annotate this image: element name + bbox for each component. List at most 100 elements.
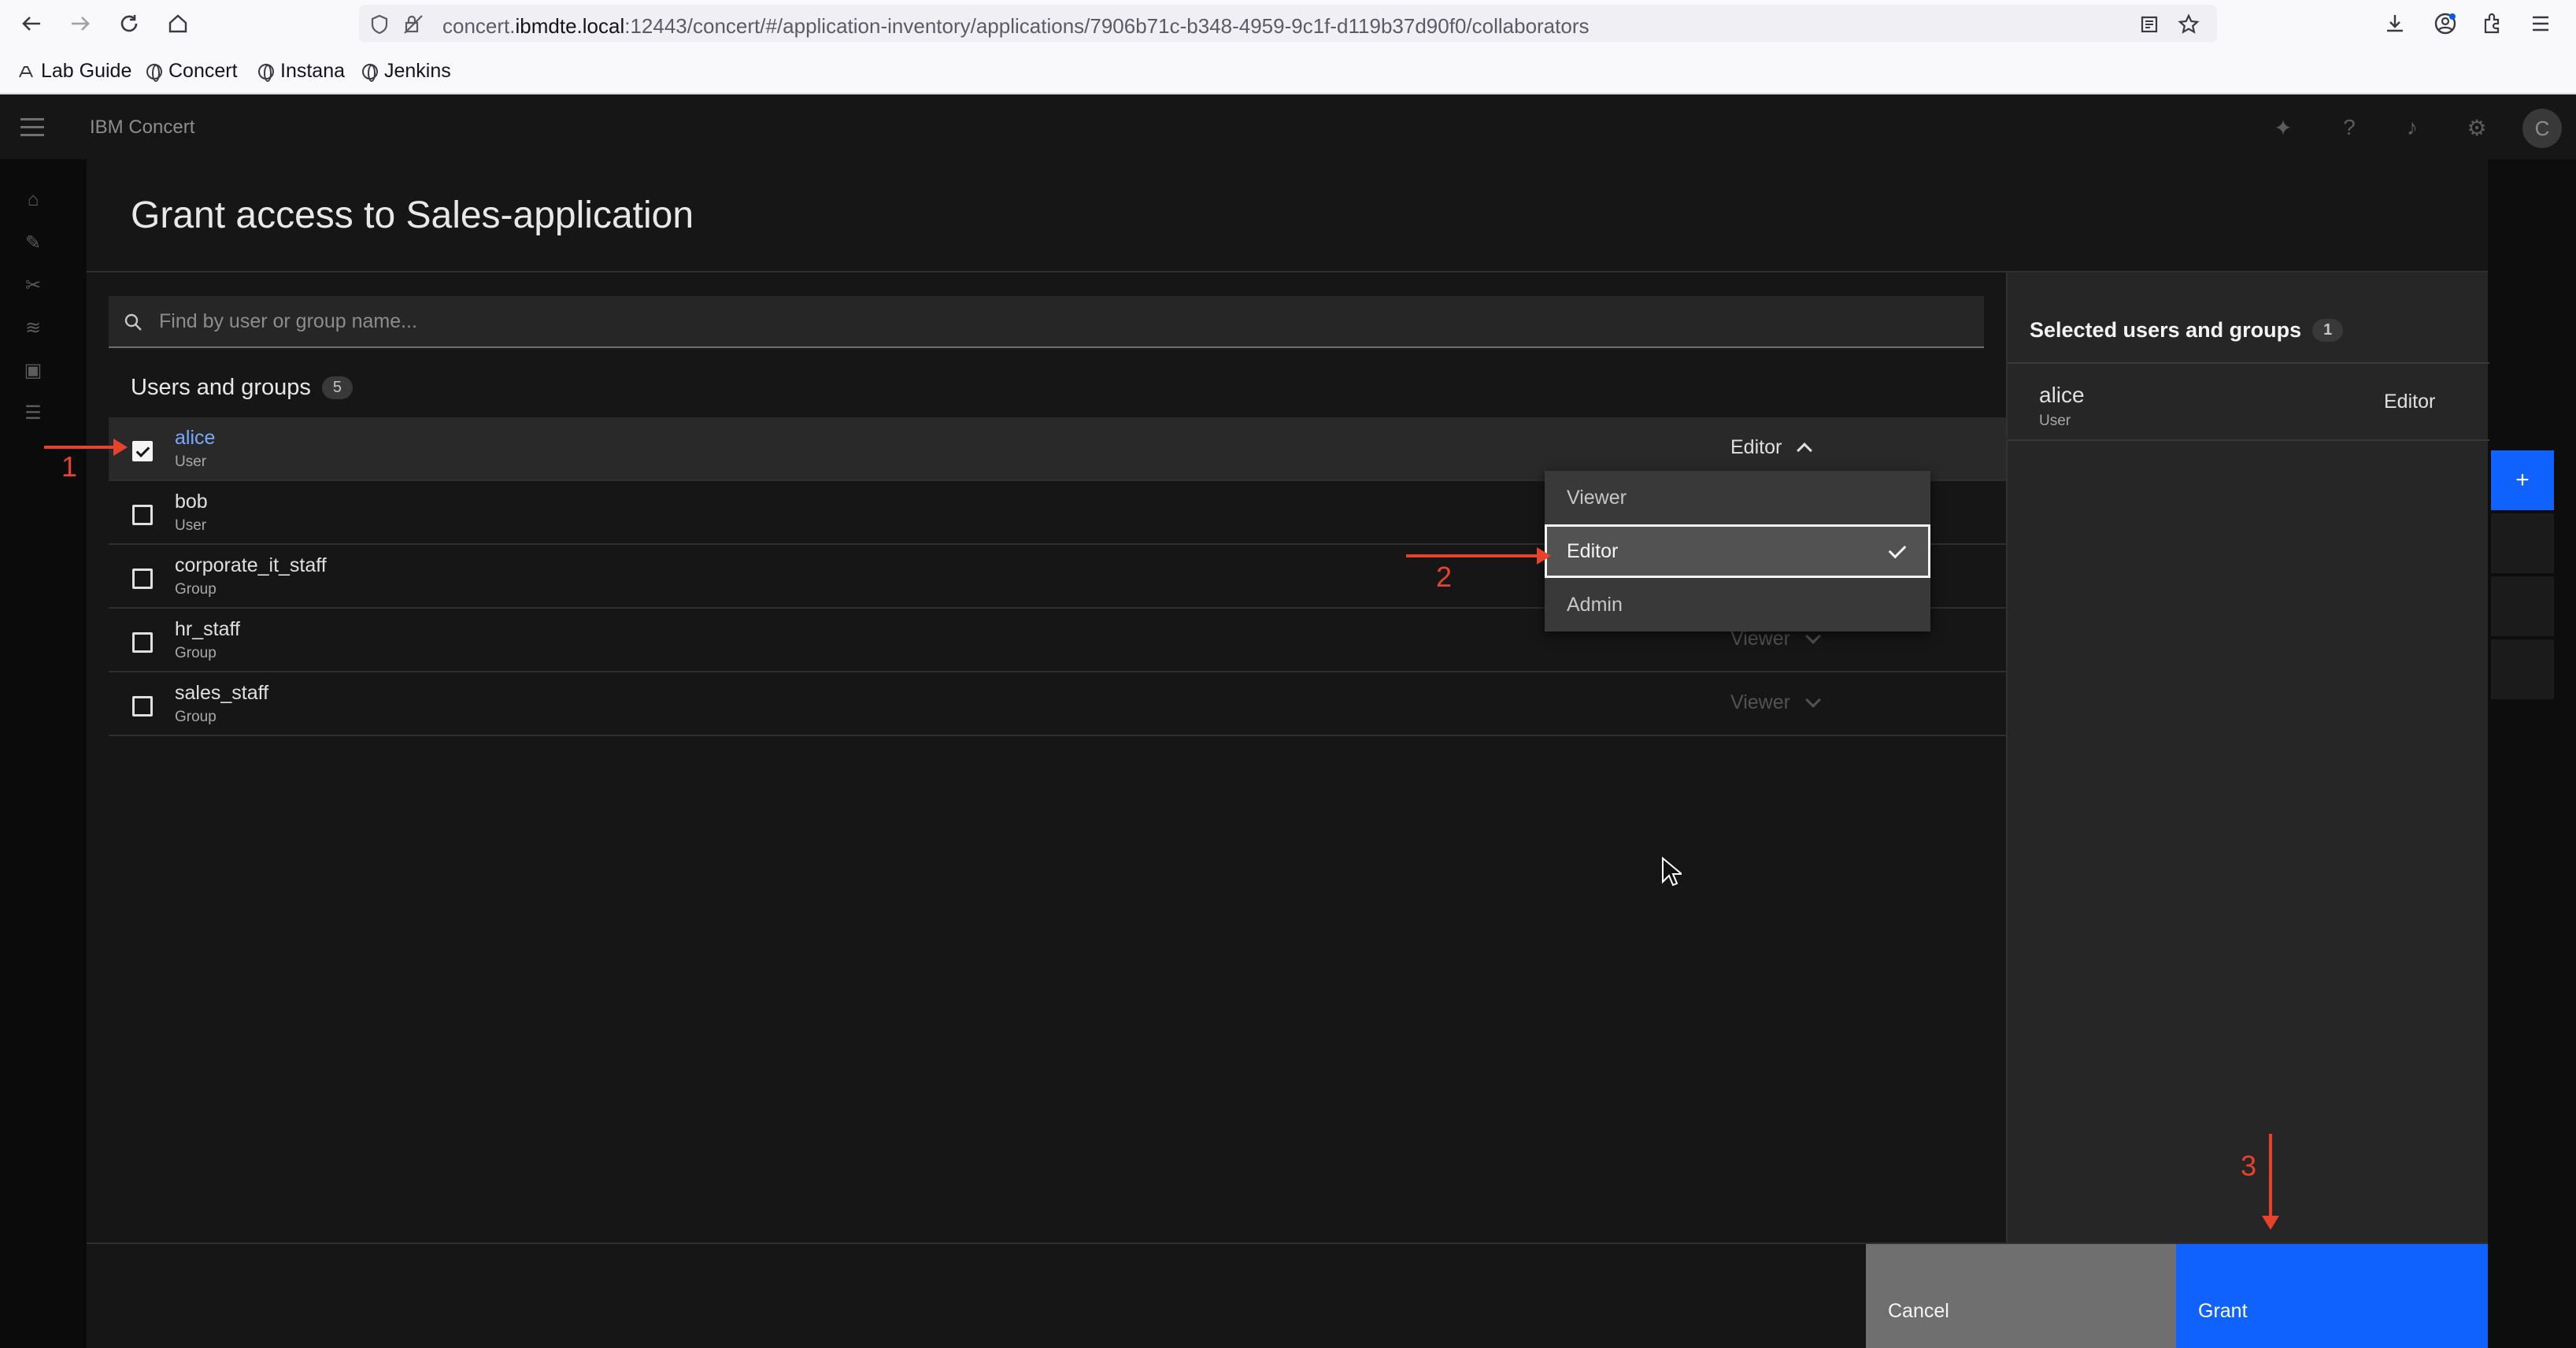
address-bar[interactable]: concert.ibmdte.local:12443/concert/#/app…	[359, 5, 2217, 43]
scissors-nav-icon[interactable]: ✂	[22, 274, 44, 296]
globe-icon	[258, 63, 274, 82]
avatar[interactable]: C	[2522, 109, 2562, 148]
modal-title: Grant access to Sales-application	[131, 194, 694, 236]
grant-access-modal: Grant access to Sales-application Users …	[87, 159, 2489, 1348]
bookmark-instana[interactable]: Instana	[258, 60, 345, 83]
selected-count-badge: 1	[2312, 319, 2344, 342]
role-dropdown-value: Editor	[1730, 436, 1782, 458]
annotation-arrow-3	[2262, 1134, 2279, 1230]
bookmarks-bar: Lab Guide Concert Instana Jenkins	[0, 47, 2576, 94]
briefcase-nav-icon[interactable]: ▣	[22, 359, 44, 381]
home-icon[interactable]	[164, 9, 192, 38]
annotation-step-1: 1	[61, 450, 78, 483]
users-section-label: Users and groups	[131, 375, 311, 400]
selected-role: Editor	[2384, 391, 2436, 413]
bookmark-label: Lab Guide	[41, 60, 132, 82]
forward-icon[interactable]	[66, 9, 94, 38]
bookmark-lab-guide[interactable]: Lab Guide	[17, 60, 131, 83]
add-icon: +	[2491, 450, 2554, 510]
users-section-header: Users and groups 5	[131, 375, 353, 401]
selected-section-header: Selected users and groups 1	[2030, 318, 2344, 343]
background-row	[2491, 513, 2554, 573]
row-checkbox[interactable]	[132, 568, 153, 589]
bookmark-label: Concert	[168, 60, 238, 82]
bookmark-concert[interactable]: Concert	[146, 60, 238, 83]
mouse-cursor-icon	[1662, 857, 1682, 887]
cancel-button[interactable]: Cancel	[1866, 1244, 2176, 1348]
background-row	[2491, 639, 2554, 699]
ai-assistant-icon[interactable]: ✦	[2269, 113, 2297, 142]
bookmark-label: Jenkins	[384, 60, 451, 82]
selected-name: alice	[2039, 383, 2085, 407]
chevron-down-icon	[1805, 691, 1821, 708]
sliders-nav-icon[interactable]: ☰	[22, 402, 44, 424]
role-dropdown: Viewer	[1730, 691, 1821, 714]
extensions-icon[interactable]	[2482, 13, 2504, 35]
lab-guide-icon	[19, 65, 33, 77]
row-type: User	[175, 517, 207, 534]
lock-insecure-icon[interactable]	[403, 14, 424, 35]
search-box	[109, 296, 1984, 348]
row-checkbox[interactable]	[132, 441, 153, 461]
notification-icon[interactable]: ♪	[2398, 113, 2426, 142]
shield-icon[interactable]	[370, 14, 389, 35]
layers-nav-icon[interactable]: ≋	[22, 317, 44, 339]
row-name: alice	[175, 427, 216, 449]
app-header: IBM Concert ✦ ? ♪ ⚙ C	[0, 96, 2576, 159]
selected-item: alice User Editor	[2008, 364, 2489, 441]
list-item[interactable]: sales_staff Group Viewer	[109, 672, 2006, 736]
row-type: Group	[175, 645, 217, 661]
chevron-up-icon	[1797, 442, 1813, 458]
annotation-step-3: 3	[2241, 1150, 2257, 1182]
reload-icon[interactable]	[115, 9, 143, 38]
search-input[interactable]	[159, 296, 1970, 346]
settings-icon[interactable]: ⚙	[2463, 113, 2491, 142]
row-name: hr_staff	[175, 618, 240, 640]
row-name: sales_staff	[175, 682, 269, 704]
left-rail: ⌂ ✎ ✂ ≋ ▣ ☰	[0, 159, 87, 1348]
bookmark-jenkins[interactable]: Jenkins	[362, 60, 451, 83]
bookmark-label: Instana	[280, 60, 346, 82]
browser-toolbar: concert.ibmdte.local:12443/concert/#/app…	[0, 0, 2576, 47]
background-row	[2491, 576, 2554, 636]
annotation-arrow-2	[1406, 547, 1551, 565]
menu-icon[interactable]	[2530, 14, 2551, 33]
selected-section-label: Selected users and groups	[2030, 318, 2302, 342]
role-dropdown-value: Viewer	[1730, 691, 1790, 713]
globe-icon	[362, 63, 378, 82]
search-icon	[124, 313, 142, 331]
help-icon[interactable]: ?	[2335, 113, 2363, 142]
hamburger-menu-icon[interactable]	[20, 118, 44, 137]
url-text[interactable]: concert.ibmdte.local:12443/concert/#/app…	[442, 14, 1589, 39]
app-title: IBM Concert	[90, 117, 195, 138]
role-option-viewer[interactable]: Viewer	[1545, 471, 1930, 524]
selected-panel: Selected users and groups 1 alice User E…	[2006, 272, 2489, 1242]
globe-icon	[146, 63, 162, 82]
account-icon[interactable]	[2433, 11, 2458, 36]
role-option-admin[interactable]: Admin	[1545, 578, 1930, 631]
back-icon[interactable]	[17, 9, 46, 38]
grant-button[interactable]: Grant	[2176, 1244, 2488, 1348]
modal-footer: Cancel Grant	[87, 1242, 2488, 1348]
users-count-badge: 5	[321, 376, 353, 399]
annotation-arrow-1	[44, 439, 128, 456]
row-type: Group	[175, 581, 217, 598]
tools-nav-icon[interactable]: ✎	[22, 231, 44, 254]
role-option-label: Editor	[1567, 540, 1619, 562]
star-icon[interactable]	[2178, 13, 2200, 35]
row-type: Group	[175, 709, 217, 725]
download-icon[interactable]	[2384, 13, 2406, 35]
role-menu: Viewer Editor Admin	[1545, 471, 1930, 631]
row-checkbox[interactable]	[132, 696, 153, 717]
role-dropdown[interactable]: Editor	[1730, 436, 1813, 459]
row-checkbox[interactable]	[132, 632, 153, 653]
reader-view-icon[interactable]	[2140, 15, 2159, 34]
home-nav-icon[interactable]: ⌂	[22, 189, 44, 211]
checkmark-icon	[1888, 540, 1907, 559]
row-name: bob	[175, 491, 208, 513]
row-checkbox[interactable]	[132, 505, 153, 525]
role-option-editor[interactable]: Editor	[1545, 524, 1930, 578]
background-page-edge	[2488, 159, 2576, 1348]
row-name: corporate_it_staff	[175, 554, 327, 576]
annotation-step-2: 2	[1436, 561, 1453, 593]
